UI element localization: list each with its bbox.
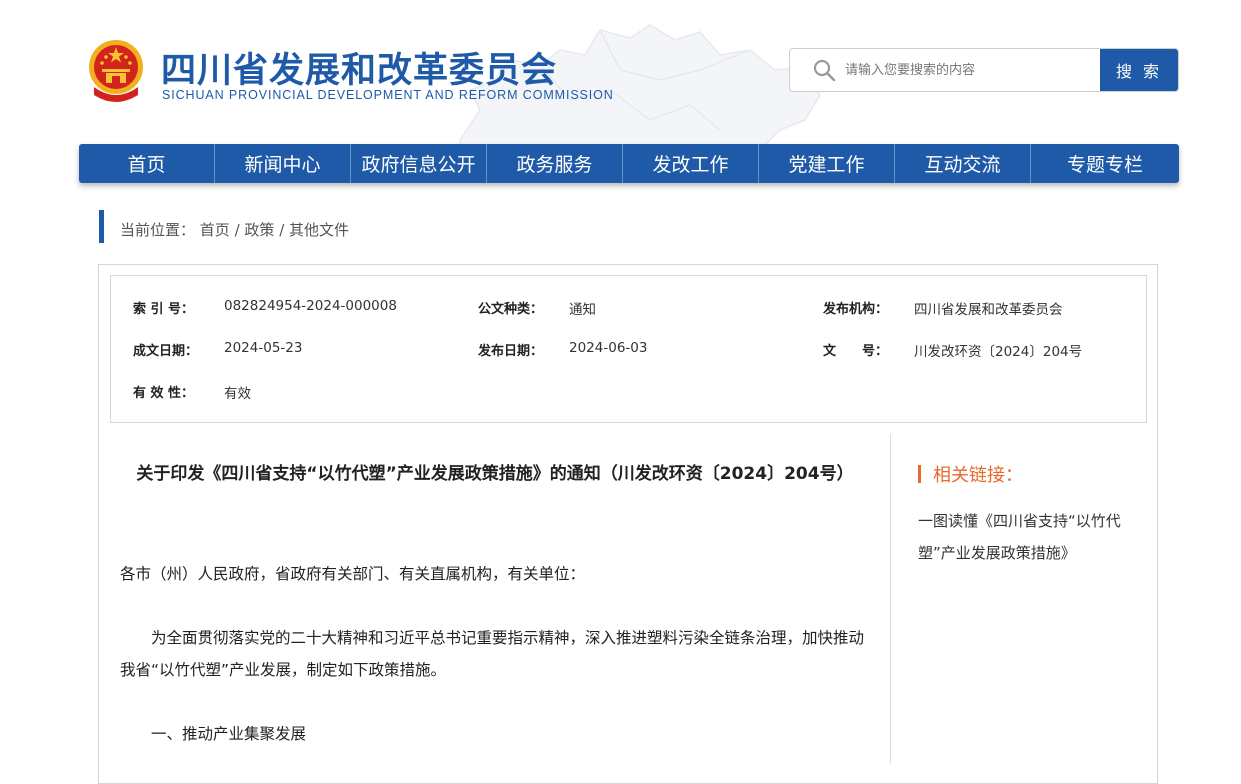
article-title: 关于印发《四川省支持“以竹代塑”产业发展政策措施》的通知（川发改环资〔2024〕… bbox=[136, 464, 854, 484]
nav-item-gov-info[interactable]: 政府信息公开 bbox=[351, 144, 487, 183]
breadcrumb-label: 当前位置： bbox=[120, 221, 196, 239]
breadcrumb-home[interactable]: 首页 bbox=[200, 221, 230, 239]
meta-type-label: 公文种类： bbox=[478, 302, 544, 317]
meta-validity-label: 有 效 性： bbox=[133, 386, 195, 401]
meta-type-value: 通知 bbox=[569, 302, 596, 318]
related-accent-bar bbox=[918, 465, 921, 483]
national-emblem-icon bbox=[89, 40, 143, 102]
article-salutation: 各市（州）人民政府，省政府有关部门、有关直属机构，有关单位： bbox=[120, 565, 586, 583]
nav-item-home[interactable]: 首页 bbox=[79, 144, 215, 183]
meta-org-value: 四川省发展和改革委员会 bbox=[914, 302, 1063, 318]
meta-date-published-value: 2024-06-03 bbox=[569, 340, 648, 356]
nav-item-special-topics[interactable]: 专题专栏 bbox=[1031, 144, 1179, 183]
site-subtitle: SICHUAN PROVINCIAL DEVELOPMENT AND REFOR… bbox=[162, 88, 614, 102]
meta-index-value: 082824954-2024-000008 bbox=[224, 298, 397, 314]
related-links-title: 相关链接： bbox=[933, 465, 1023, 486]
meta-doc-no-value: 川发改环资〔2024〕204号 bbox=[914, 344, 1083, 360]
breadcrumb-separator: / bbox=[274, 221, 290, 239]
nav-item-services[interactable]: 政务服务 bbox=[487, 144, 623, 183]
breadcrumb: 当前位置： 首页 / 政策 / 其他文件 bbox=[120, 219, 349, 240]
search-input[interactable] bbox=[845, 49, 1095, 91]
main-nav: 首页 新闻中心 政府信息公开 政务服务 发改工作 党建工作 互动交流 专题专栏 bbox=[79, 144, 1179, 183]
meta-org-label: 发布机构： bbox=[823, 302, 889, 317]
meta-date-created-label: 成文日期： bbox=[133, 344, 199, 359]
document-metadata: 索 引 号： 082824954-2024-000008 公文种类： 通知 发布… bbox=[110, 275, 1147, 423]
nav-item-news[interactable]: 新闻中心 bbox=[215, 144, 351, 183]
meta-index-label: 索 引 号： bbox=[133, 302, 195, 317]
article-intro-paragraph: 为全面贯彻落实党的二十大精神和习近平总书记重要指示精神，深入推进塑料污染全链条治… bbox=[120, 629, 865, 679]
breadcrumb-policy[interactable]: 政策 bbox=[244, 221, 274, 239]
column-divider bbox=[890, 434, 891, 764]
meta-date-created-value: 2024-05-23 bbox=[224, 340, 303, 356]
nav-item-interaction[interactable]: 互动交流 bbox=[895, 144, 1031, 183]
breadcrumb-separator: / bbox=[229, 221, 245, 239]
breadcrumb-accent-bar bbox=[99, 210, 104, 243]
search-icon bbox=[813, 59, 836, 82]
breadcrumb-other-docs[interactable]: 其他文件 bbox=[289, 221, 349, 239]
search-box: 搜 索 bbox=[789, 48, 1179, 92]
meta-date-published-label: 发布日期： bbox=[478, 344, 544, 359]
meta-doc-no-label: 文 号： bbox=[823, 344, 889, 359]
meta-validity-value: 有效 bbox=[224, 386, 251, 402]
related-link-item[interactable]: 一图读懂《四川省支持“以竹代塑”产业发展政策措施》 bbox=[918, 505, 1140, 569]
site-title[interactable]: 四川省发展和改革委员会 bbox=[161, 42, 557, 93]
article-section-heading: 一、推动产业集聚发展 bbox=[151, 725, 307, 743]
nav-item-reform-work[interactable]: 发改工作 bbox=[623, 144, 759, 183]
nav-item-party-building[interactable]: 党建工作 bbox=[759, 144, 895, 183]
search-button[interactable]: 搜 索 bbox=[1100, 49, 1178, 91]
